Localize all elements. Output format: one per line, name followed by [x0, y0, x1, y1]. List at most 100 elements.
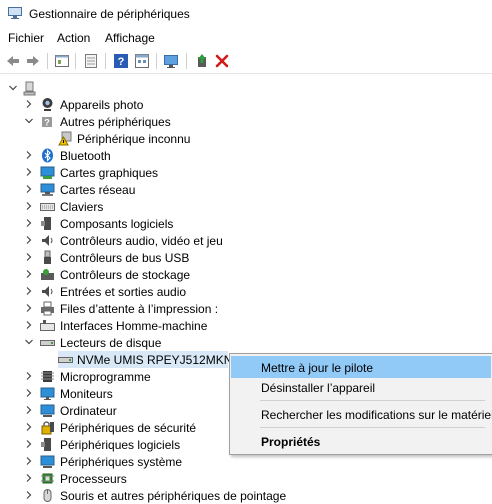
tree-item[interactable]: Contrôleurs de bus USB: [0, 249, 492, 266]
title-bar: Gestionnaire de périphériques: [0, 0, 492, 28]
chevron-right-icon[interactable]: [24, 388, 34, 398]
menu-item-uninstall-device[interactable]: Désinstaller l’appareil: [231, 376, 491, 398]
tree-item-label: Contrôleurs de stockage: [60, 268, 191, 282]
forward-arrow-icon[interactable]: [25, 53, 41, 69]
chevron-right-icon[interactable]: [24, 439, 34, 449]
chevron-right-icon[interactable]: [24, 490, 34, 500]
tree-item[interactable]: Contrôleurs audio, vidéo et jeu: [0, 232, 492, 249]
toolbar-separator: [75, 53, 76, 69]
chevron-right-icon[interactable]: [24, 422, 34, 432]
computer-icon: [23, 81, 36, 96]
help-icon[interactable]: ?: [113, 53, 129, 69]
storage-controller-icon: [41, 269, 54, 280]
toolbar-separator: [105, 53, 106, 69]
tree-item[interactable]: Périphérique inconnu: [0, 130, 492, 147]
tree-item-label: Périphériques système: [60, 455, 183, 469]
menu-separator: [260, 400, 485, 401]
properties-icon[interactable]: [54, 53, 70, 69]
uninstall-x-icon[interactable]: [214, 53, 230, 69]
tree-item[interactable]: Lecteurs de disque: [0, 334, 492, 351]
computer-icon: [40, 404, 55, 417]
system-device-icon: [40, 455, 55, 468]
network-adapter-icon: [40, 183, 55, 196]
chevron-down-icon[interactable]: [24, 116, 34, 126]
bluetooth-icon: [42, 148, 53, 163]
chevron-right-icon[interactable]: [24, 286, 34, 296]
chevron-right-icon[interactable]: [24, 473, 34, 483]
svg-text:?: ?: [118, 56, 125, 68]
tree-root[interactable]: [0, 80, 492, 97]
chevron-right-icon[interactable]: [24, 252, 34, 262]
processor-icon: [41, 473, 54, 484]
tree-item-label: Moniteurs: [60, 387, 113, 401]
chevron-right-icon[interactable]: [24, 269, 34, 279]
update-driver-icon[interactable]: [83, 53, 99, 69]
chevron-right-icon[interactable]: [24, 167, 34, 177]
tree-item-label: Microprogramme: [60, 370, 151, 384]
tree-item-label: Souris et autres périphériques de pointa…: [60, 489, 287, 503]
tree-item-label: Claviers: [60, 200, 104, 214]
tree-item[interactable]: Entrées et sorties audio: [0, 283, 492, 300]
tree-item-label: Appareils photo: [60, 98, 144, 112]
enable-device-icon[interactable]: [194, 53, 210, 69]
tree-item-label: Contrôleurs de bus USB: [60, 251, 190, 265]
device-grid-icon[interactable]: [134, 53, 150, 69]
tree-item-label: Lecteurs de disque: [60, 336, 162, 350]
svg-text:?: ?: [44, 118, 50, 128]
menu-view[interactable]: Affichage: [105, 31, 155, 45]
hid-icon: [40, 320, 55, 331]
menu-action[interactable]: Action: [57, 31, 90, 45]
chevron-right-icon[interactable]: [24, 456, 34, 466]
tree-item[interactable]: Claviers: [0, 198, 492, 215]
audio-io-icon: [42, 286, 53, 297]
chevron-right-icon[interactable]: [24, 218, 34, 228]
tree-item[interactable]: Composants logiciels: [0, 215, 492, 232]
tree-item[interactable]: Files d’attente à l’impression :: [0, 300, 492, 317]
chevron-down-icon[interactable]: [24, 337, 34, 347]
menu-item-properties[interactable]: Propriétés: [231, 430, 491, 452]
chevron-right-icon[interactable]: [24, 371, 34, 381]
software-component-icon: [41, 217, 51, 230]
chevron-right-icon[interactable]: [24, 184, 34, 194]
chevron-right-icon[interactable]: [24, 320, 34, 330]
menu-item-update-driver[interactable]: Mettre à jour le pilote: [231, 356, 491, 378]
usb-icon: [44, 250, 51, 264]
tree-item[interactable]: Bluetooth: [0, 147, 492, 164]
menu-item-scan-hardware[interactable]: Rechercher les modifications sur le maté…: [231, 403, 492, 425]
tree-item[interactable]: Appareils photo: [0, 96, 492, 113]
toolbar-separator: [156, 53, 157, 69]
chevron-down-icon[interactable]: [8, 83, 18, 93]
chevron-right-icon[interactable]: [24, 99, 34, 109]
tree-item[interactable]: Cartes réseau: [0, 181, 492, 198]
device-manager-icon: [8, 7, 22, 19]
print-queue-icon: [41, 301, 54, 316]
toolbar-separator: [186, 53, 187, 69]
tree-item-label: Cartes réseau: [60, 183, 136, 197]
toolbar-separator: [47, 53, 48, 69]
tree-item-label: Périphérique inconnu: [77, 132, 191, 146]
disk-icon: [58, 357, 73, 363]
firmware-icon: [41, 371, 54, 382]
context-menu: Mettre à jour le pilote Désinstaller l’a…: [229, 353, 492, 455]
chevron-right-icon[interactable]: [24, 150, 34, 160]
tree-item[interactable]: Contrôleurs de stockage: [0, 266, 492, 283]
tree-item[interactable]: Périphériques système: [0, 453, 492, 470]
tree-item[interactable]: Cartes graphiques: [0, 164, 492, 181]
tree-item[interactable]: Souris et autres périphériques de pointa…: [0, 487, 492, 504]
chevron-right-icon[interactable]: [24, 405, 34, 415]
chevron-right-icon[interactable]: [24, 303, 34, 313]
unknown-device-icon: ?: [42, 117, 52, 128]
back-arrow-icon[interactable]: [5, 53, 21, 69]
menu-file[interactable]: Fichier: [8, 31, 44, 45]
tree-item[interactable]: Interfaces Homme-machine: [0, 317, 492, 334]
audio-icon: [42, 235, 53, 246]
tree-item-label: Bluetooth: [60, 149, 111, 163]
tree-item[interactable]: ? Autres périphériques: [0, 113, 492, 130]
tree-item[interactable]: Processeurs: [0, 470, 492, 487]
tree-item-label: Contrôleurs audio, vidéo et jeu: [60, 234, 223, 248]
chevron-right-icon[interactable]: [24, 201, 34, 211]
tree-item-label: Composants logiciels: [60, 217, 174, 231]
chevron-right-icon[interactable]: [24, 235, 34, 245]
monitor-scan-icon[interactable]: [163, 53, 179, 69]
display-adapter-icon: [40, 166, 55, 179]
